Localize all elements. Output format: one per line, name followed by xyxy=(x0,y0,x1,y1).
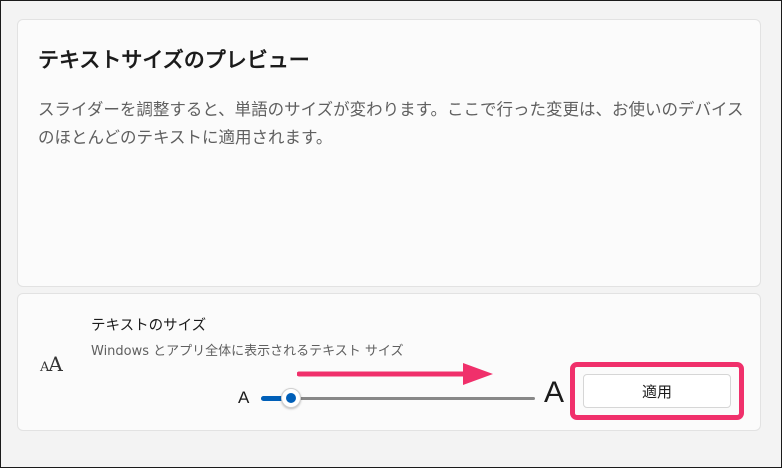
preview-title: テキストサイズのプレビュー xyxy=(38,48,310,72)
slider-thumb[interactable] xyxy=(281,388,302,408)
slider-max-label: A xyxy=(544,376,565,409)
annotation-arrow xyxy=(297,363,493,385)
settings-window: テキストサイズのプレビュー スライダーを調整すると、単語のサイズが変わります。こ… xyxy=(0,0,782,468)
slider-min-label: A xyxy=(238,388,250,407)
apply-button[interactable]: 適用 xyxy=(583,374,731,408)
text-size-preview-card: テキストサイズのプレビュー スライダーを調整すると、単語のサイズが変わります。こ… xyxy=(17,19,761,287)
text-size-slider[interactable] xyxy=(261,388,535,408)
slider-track[interactable] xyxy=(261,397,535,400)
text-size-title: テキストのサイズ xyxy=(91,318,207,334)
text-size-icon: AA xyxy=(40,352,63,376)
preview-description: スライダーを調整すると、単語のサイズが変わります。ここで行った変更は、お使いのデ… xyxy=(38,100,744,147)
text-size-description: Windows とアプリ全体に表示されるテキスト サイズ xyxy=(91,344,404,359)
